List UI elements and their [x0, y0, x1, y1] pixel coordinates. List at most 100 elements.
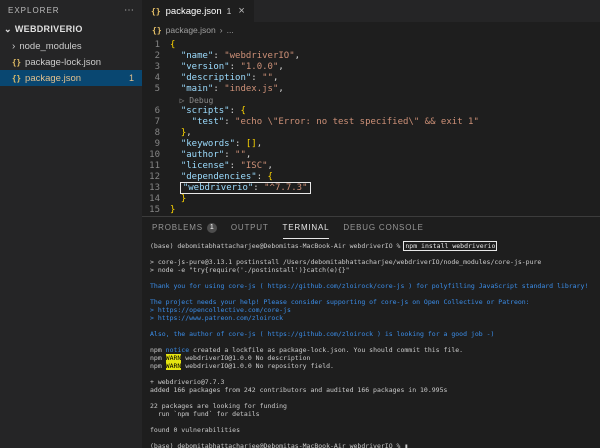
line-number: 8 — [142, 128, 170, 139]
code-line-text: ▷ Debug — [170, 95, 213, 106]
panel-tab-label: PROBLEMS — [152, 223, 203, 232]
breadcrumb-more: ... — [227, 25, 234, 35]
code-row: ▷ Debug — [142, 95, 600, 106]
terminal-line — [150, 418, 600, 426]
explorer-sidebar: EXPLORER ⋯ ⌄ WEBDRIVERIO › node_modules {}… — [0, 0, 142, 448]
code-line-text: "version": "1.0.0", — [170, 62, 284, 73]
terminal-line: npm WARN webdriverIO@1.0.0 No repository… — [150, 362, 600, 370]
line-number — [142, 95, 170, 106]
vscode-window: EXPLORER ⋯ ⌄ WEBDRIVERIO › node_modules {}… — [0, 0, 600, 448]
json-file-icon: {} — [12, 74, 21, 83]
code-row: 1{ — [142, 40, 600, 51]
line-number: 9 — [142, 139, 170, 150]
terminal-line: 22 packages are looking for funding — [150, 402, 600, 410]
breadcrumb[interactable]: {} package.json › ... — [142, 22, 600, 38]
tab-label: package.json — [166, 6, 222, 17]
editor: {} package.json 1 × {} package.json › ..… — [142, 0, 600, 216]
terminal-line — [150, 250, 600, 258]
line-number: 3 — [142, 62, 170, 73]
line-number: 13 — [142, 183, 170, 194]
explorer-header: EXPLORER ⋯ — [0, 0, 142, 20]
file-package.json[interactable]: {} package.json 1 — [0, 70, 142, 86]
panel-tab-terminal[interactable]: TERMINAL — [283, 217, 330, 239]
terminal-line: (base) debomitabhattacharjee@Debomitas-M… — [150, 242, 600, 250]
code-line-text: }, — [170, 128, 192, 139]
problems-badge: 1 — [129, 73, 138, 83]
line-number: 5 — [142, 84, 170, 95]
code-row: 8 }, — [142, 128, 600, 139]
terminal-line — [150, 274, 600, 282]
terminal-line: > core-js-pure@3.13.1 postinstall /Users… — [150, 258, 600, 266]
code-row: 13 "webdriverio": "^7.7.3" — [142, 183, 600, 194]
code-line-text: "license": "ISC", — [170, 161, 273, 172]
terminal-line: run `npm fund` for details — [150, 410, 600, 418]
panel-tab-label: DEBUG CONSOLE — [343, 223, 423, 232]
workspace-section-header[interactable]: ⌄ WEBDRIVERIO — [0, 20, 142, 38]
code-line-text: "scripts": { — [170, 106, 246, 117]
more-actions-icon[interactable]: ⋯ — [124, 5, 134, 16]
terminal-line — [150, 338, 600, 346]
editor-and-panel: {} package.json 1 × {} package.json › ..… — [142, 0, 600, 448]
annotation-box: "webdriverio": "^7.7.3" — [181, 183, 310, 193]
code-line-text: { — [170, 40, 175, 51]
terminal-line — [150, 370, 600, 378]
line-number: 14 — [142, 194, 170, 205]
code-line-text: "dependencies": { — [170, 172, 273, 183]
terminal-line: (base) debomitabhattacharjee@Debomitas-M… — [150, 442, 600, 448]
line-number: 10 — [142, 150, 170, 161]
explorer-title: EXPLORER — [8, 6, 60, 15]
panel-tab-label: TERMINAL — [283, 223, 330, 232]
terminal-line — [150, 322, 600, 330]
code-line-text: "keywords": [], — [170, 139, 262, 150]
line-number: 2 — [142, 51, 170, 62]
file-label: node_modules — [19, 41, 81, 52]
code-row: 7 "test": "echo \"Error: no test specifi… — [142, 117, 600, 128]
breadcrumb-file: package.json — [166, 25, 216, 35]
json-file-icon: {} — [152, 26, 162, 35]
code-row: 10 "author": "", — [142, 150, 600, 161]
code-line-text: } — [170, 205, 175, 216]
close-icon[interactable]: × — [238, 5, 244, 17]
terminal-line: found 0 vulnerabilities — [150, 426, 600, 434]
workspace-name: WEBDRIVERIO — [15, 24, 83, 34]
code-row: 14 } — [142, 194, 600, 205]
code-line-text: "webdriverio": "^7.7.3" — [170, 183, 310, 194]
json-file-icon: {} — [151, 7, 161, 16]
code-row: 5 "main": "index.js", — [142, 84, 600, 95]
panel-tab-label: OUTPUT — [231, 223, 269, 232]
terminal-line — [150, 290, 600, 298]
terminal-line — [150, 394, 600, 402]
panel-tab-output[interactable]: OUTPUT — [231, 217, 269, 239]
terminal[interactable]: (base) debomitabhattacharjee@Debomitas-M… — [142, 239, 600, 448]
terminal-line: > https://www.patreon.com/zloirock — [150, 314, 600, 322]
code-row: 12 "dependencies": { — [142, 172, 600, 183]
file-list: › node_modules {}package-lock.json {} packag… — [0, 38, 142, 86]
file-label: package.json — [25, 73, 81, 84]
panel-tab-debug-console[interactable]: DEBUG CONSOLE — [343, 217, 423, 239]
panel-tabs: PROBLEMS 1 OUTPUT TERMINAL DEBUG CONSOLE — [142, 217, 600, 239]
code-row: 2 "name": "webdriverIO", — [142, 51, 600, 62]
tab-package-json[interactable]: {} package.json 1 × — [142, 0, 254, 22]
problems-count-badge: 1 — [207, 223, 217, 233]
terminal-line — [150, 434, 600, 442]
line-number: 15 — [142, 205, 170, 216]
line-number: 11 — [142, 161, 170, 172]
terminal-line: npm WARN webdriverIO@1.0.0 No descriptio… — [150, 354, 600, 362]
code-row: 9 "keywords": [], — [142, 139, 600, 150]
editor-tabbar: {} package.json 1 × — [142, 0, 600, 22]
code-line-text: "name": "webdriverIO", — [170, 51, 300, 62]
file-package-lock.json[interactable]: {}package-lock.json — [0, 54, 142, 70]
line-number: 4 — [142, 73, 170, 84]
chevron-right-icon: › — [12, 41, 15, 52]
terminal-line: added 166 packages from 242 contributors… — [150, 386, 600, 394]
code-line-text: "test": "echo \"Error: no test specified… — [170, 117, 479, 128]
terminal-line: + webdriverio@7.7.3 — [150, 378, 600, 386]
file-node_modules[interactable]: › node_modules — [0, 38, 142, 54]
terminal-cursor: ▮ — [404, 442, 408, 448]
line-number: 12 — [142, 172, 170, 183]
code-line-text: "description": "", — [170, 73, 278, 84]
code-row: 4 "description": "", — [142, 73, 600, 84]
panel-tab-problems[interactable]: PROBLEMS 1 — [152, 217, 217, 239]
bottom-panel: PROBLEMS 1 OUTPUT TERMINAL DEBUG CONSOLE (ba… — [142, 216, 600, 448]
code-editor[interactable]: 1{2 "name": "webdriverIO",3 "version": "… — [142, 38, 600, 216]
